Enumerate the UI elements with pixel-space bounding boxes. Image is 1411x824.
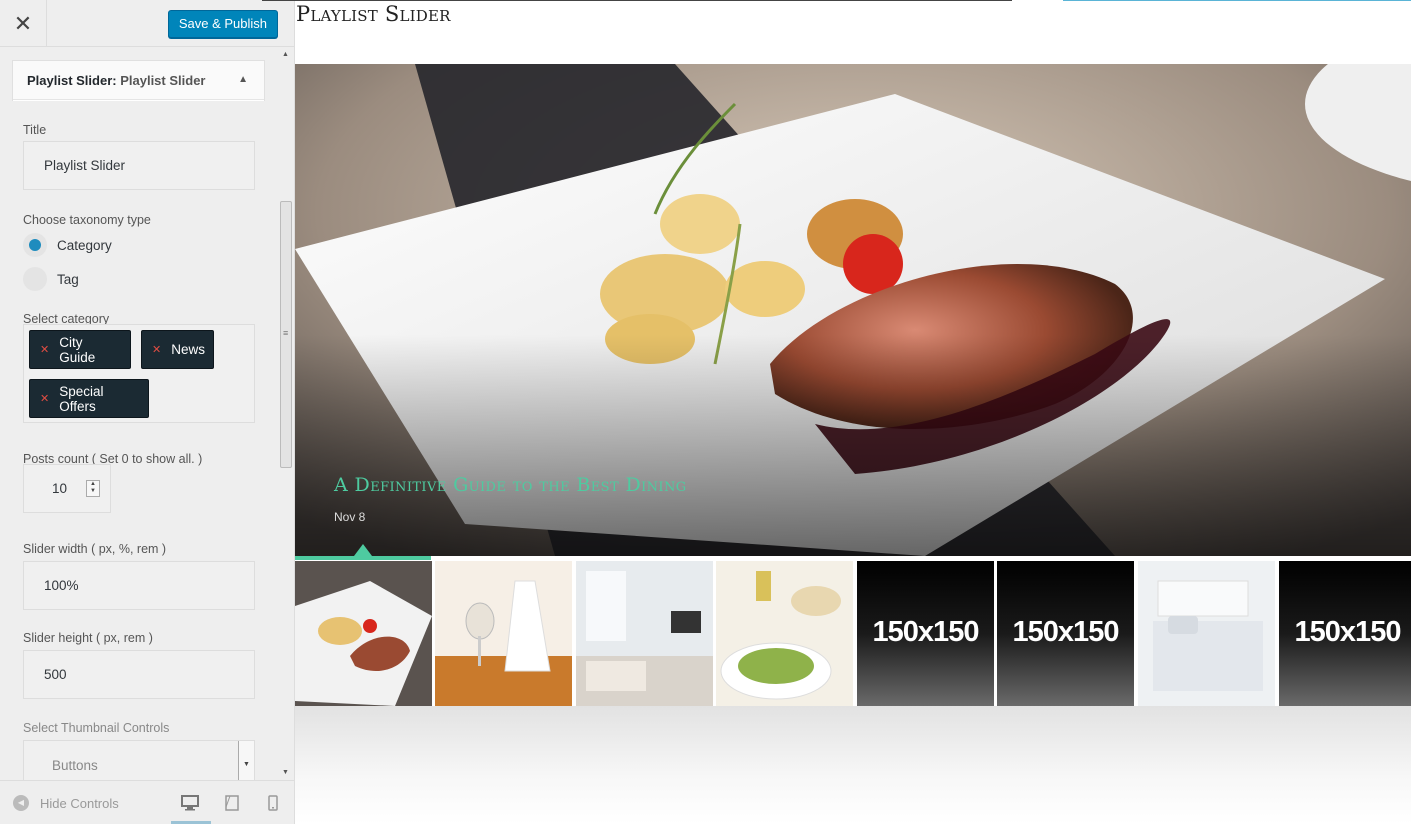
preview-footer-area (295, 706, 1411, 824)
radio-label: Category (57, 237, 112, 253)
hide-controls-button[interactable]: ◀ Hide Controls (13, 795, 119, 811)
scroll-down-icon[interactable]: ▼ (282, 769, 289, 776)
thumbnail-placeholder[interactable]: 150x150 (997, 561, 1134, 706)
divider (1063, 0, 1411, 1)
radio-tag[interactable]: Tag (23, 267, 79, 291)
posts-count-input[interactable]: 10 ▲ ▼ (23, 464, 111, 513)
thumbnail[interactable] (576, 561, 713, 706)
hide-controls-label: Hide Controls (40, 795, 119, 811)
slide-title[interactable]: A Definitive Guide to the Best Dining (334, 474, 687, 496)
customizer-header: ✕ Save & Publish (0, 0, 294, 47)
save-publish-button[interactable]: Save & Publish (167, 10, 278, 38)
thumbnail-strip: 150x150 150x150 150x150 (295, 544, 1411, 706)
radio-category[interactable]: Category (23, 233, 112, 257)
widget-heading-sub: Playlist Slider (120, 73, 206, 88)
radio-button[interactable] (23, 233, 47, 257)
sidebar-scrollbar[interactable]: ▲ ≡ ▼ (279, 47, 293, 780)
category-chip[interactable]: ✕ Special Offers (29, 379, 149, 418)
slider-height-label: Slider height ( px, rem ) (23, 631, 153, 645)
thumb-controls-value: Buttons (52, 758, 98, 773)
slider-height-input[interactable]: 500 (23, 650, 255, 699)
tablet-icon[interactable] (223, 794, 241, 812)
widget-heading: Playlist Slider: (27, 73, 117, 88)
site-preview: Playlist Slider A Definitive Guide to th… (262, 0, 1411, 824)
title-input[interactable]: Playlist Slider (23, 141, 255, 190)
active-thumb-pointer (354, 544, 372, 556)
thumbnail[interactable] (1138, 561, 1275, 706)
thumbnail[interactable] (435, 561, 572, 706)
title-label: Title (23, 123, 47, 137)
customizer-footer: ◀ Hide Controls (0, 780, 294, 824)
controls-scroll-area: Playlist Slider: Playlist Slider ▲ Title… (0, 47, 294, 780)
chevron-down-icon[interactable]: ▼ (238, 741, 254, 780)
hide-controls-icon: ◀ (13, 795, 29, 811)
taxonomy-label: Choose taxonomy type (23, 213, 151, 227)
widget-form: Title Playlist Slider Choose taxonomy ty… (0, 101, 280, 780)
desktop-icon[interactable] (181, 794, 199, 812)
placeholder-text: 150x150 (1294, 616, 1402, 648)
thumbnail-placeholder[interactable]: 150x150 (857, 561, 994, 706)
thumb-controls-label: Select Thumbnail Controls (23, 721, 170, 735)
thumbnail[interactable] (295, 561, 432, 706)
close-icon[interactable]: ✕ (0, 0, 47, 47)
widget-panel: Playlist Slider: Playlist Slider ▲ Title… (0, 60, 280, 780)
radio-label: Tag (57, 271, 79, 287)
widget-header[interactable]: Playlist Slider: Playlist Slider ▲ (13, 61, 264, 100)
category-chip[interactable]: ✕ News (141, 330, 214, 369)
chip-label: City Guide (59, 334, 96, 365)
collapse-arrow-icon[interactable]: ▲ (238, 74, 248, 85)
thumbnail[interactable] (716, 561, 853, 706)
page-title: Playlist Slider (296, 2, 451, 26)
active-thumb-indicator (295, 556, 431, 560)
placeholder-text: 150x150 (1012, 616, 1120, 648)
slider-width-label: Slider width ( px, %, rem ) (23, 542, 167, 556)
remove-chip-icon[interactable]: ✕ (152, 343, 161, 356)
scrollbar-thumb[interactable]: ≡ (280, 201, 292, 468)
remove-chip-icon[interactable]: ✕ (40, 343, 49, 356)
chip-label: News (171, 342, 205, 357)
category-chip[interactable]: ✕ City Guide (29, 330, 131, 369)
scroll-up-icon[interactable]: ▲ (282, 51, 289, 58)
thumbnail-placeholder[interactable]: 150x150 (1279, 561, 1411, 706)
mobile-icon[interactable] (264, 794, 282, 812)
customizer-sidebar: ✕ Save & Publish Playlist Slider: Playli… (0, 0, 295, 824)
radio-button[interactable] (23, 267, 47, 291)
chip-label: Special Offers (59, 383, 104, 414)
thumb-controls-select[interactable]: Buttons ▼ (23, 740, 255, 780)
remove-chip-icon[interactable]: ✕ (40, 392, 49, 405)
grip-icon: ≡ (283, 328, 289, 338)
slider-main-slide[interactable]: A Definitive Guide to the Best Dining No… (295, 64, 1411, 556)
category-select[interactable]: ✕ City Guide ✕ News ✕ Special Offers (23, 324, 255, 423)
slider-width-input[interactable]: 100% (23, 561, 255, 610)
spinner-icon[interactable]: ▲ ▼ (86, 480, 100, 497)
posts-count-value: 10 (52, 481, 68, 496)
placeholder-text: 150x150 (872, 616, 980, 648)
slide-date: Nov 8 (334, 510, 366, 524)
divider (262, 0, 1012, 1)
